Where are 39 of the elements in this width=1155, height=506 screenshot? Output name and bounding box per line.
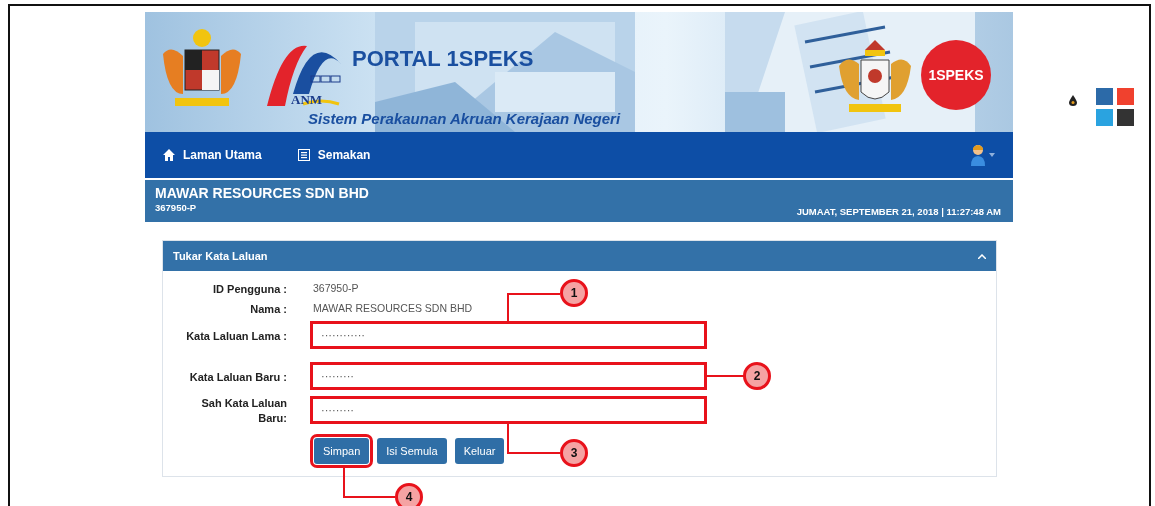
callout-number: 3	[560, 439, 588, 467]
color-swatch[interactable]	[1096, 109, 1113, 126]
field-label: Nama :	[249, 301, 288, 317]
leader-line	[507, 293, 560, 322]
leader-line	[707, 375, 745, 377]
nav-link[interactable]: Laman Utama	[163, 146, 262, 164]
company-name: MAWAR RESOURCES SDN BHD	[155, 185, 370, 201]
callout-number: 2	[743, 362, 771, 390]
user-avatar-icon	[971, 144, 985, 166]
password-field[interactable]: ············	[310, 321, 707, 349]
portal-title: PORTAL 1SPEKS	[352, 45, 534, 73]
company-id: 367950-P	[155, 201, 197, 215]
color-swatch[interactable]	[1096, 88, 1113, 105]
nav-link[interactable]: Semakan	[297, 146, 371, 164]
caret-icon	[989, 153, 995, 157]
field-label: ID Pengguna :	[212, 281, 288, 297]
callout-number: 1	[560, 279, 588, 307]
list-icon	[297, 149, 310, 161]
collapse-icon	[978, 253, 986, 259]
form-button[interactable]: Keluar	[454, 438, 505, 465]
user-menu[interactable]	[971, 144, 995, 166]
panel-title: Tukar Kata Laluan	[173, 248, 268, 264]
callout-number: 4	[395, 483, 423, 506]
password-field[interactable]: ·········	[310, 362, 707, 390]
color-swatch[interactable]	[1117, 88, 1134, 105]
form-button[interactable]: Isi Semula	[377, 438, 447, 465]
field-value: 367950-P	[313, 281, 359, 297]
password-field[interactable]: ·········	[310, 396, 707, 424]
portal-subtitle: Sistem Perakaunan Akruan Kerajaan Negeri	[308, 109, 621, 129]
color-swatch[interactable]	[1117, 109, 1134, 126]
field-value: MAWAR RESOURCES SDN BHD	[313, 301, 473, 317]
date-time: JUMAAT, SEPTEMBER 21, 2018 | 11:27:48 AM	[796, 205, 1001, 219]
leader-line	[507, 424, 560, 454]
drop-icon	[1069, 94, 1077, 106]
field-label: Sah Kata Laluan Baru:	[200, 396, 288, 426]
home-icon	[163, 149, 175, 161]
field-label: Kata Laluan Lama :	[185, 329, 288, 344]
leader-line	[343, 468, 395, 498]
field-label: Kata Laluan Baru :	[188, 370, 288, 385]
